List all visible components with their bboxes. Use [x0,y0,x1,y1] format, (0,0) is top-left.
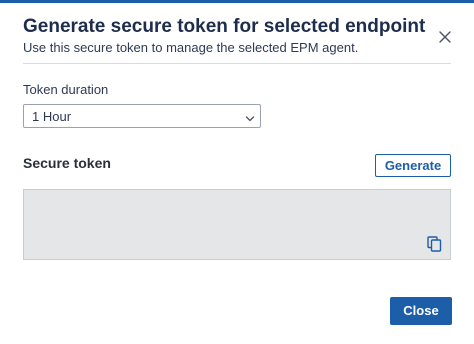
close-icon[interactable] [437,29,453,45]
close-button[interactable]: Close [390,297,452,325]
token-duration-value: 1 Hour [32,109,72,124]
token-duration-select[interactable]: 1 Hour [23,104,261,128]
dialog-subtitle: Use this secure token to manage the sele… [23,40,359,55]
secure-token-heading: Secure token [23,155,111,171]
generate-button[interactable]: Generate [375,154,451,177]
copy-icon[interactable] [427,236,442,252]
dialog-accent-bar [0,0,474,3]
dialog-title: Generate secure token for selected endpo… [23,16,426,37]
token-duration-label: Token duration [23,82,109,97]
chevron-down-icon [245,111,255,122]
secure-token-dialog: Generate secure token for selected endpo… [0,0,474,344]
header-divider [23,63,451,64]
secure-token-field[interactable] [23,189,451,260]
